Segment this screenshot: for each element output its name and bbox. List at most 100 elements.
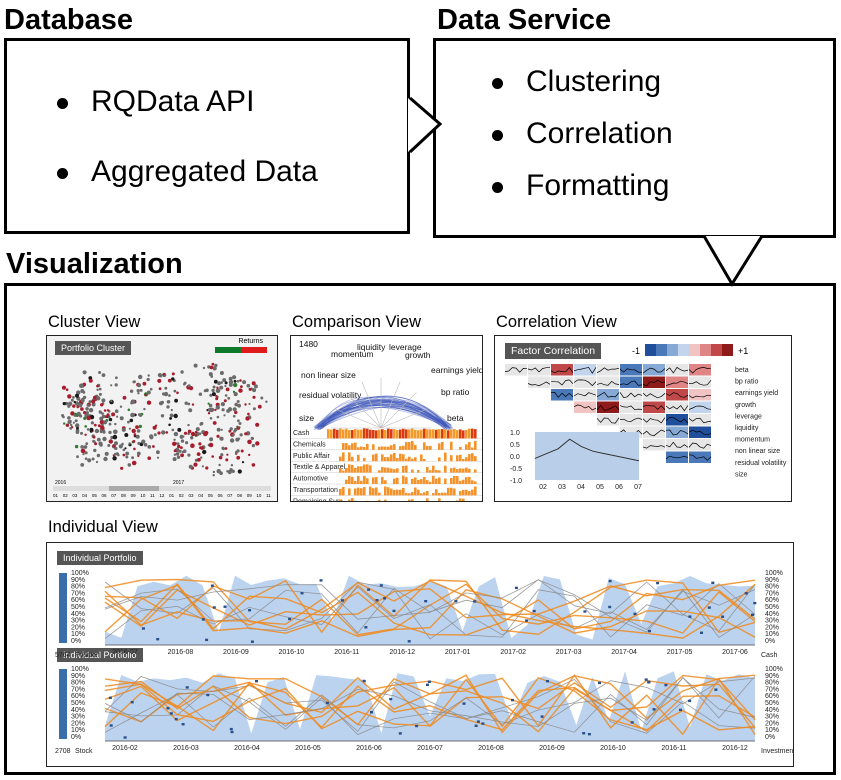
cluster-point <box>96 437 101 442</box>
comparison-bar <box>387 487 390 496</box>
correlation-x-tick: 06 <box>615 484 623 491</box>
correlation-chart[interactable]: beta bp ratio earnings yield growth leverage… <box>495 336 791 501</box>
cluster-point <box>247 412 250 416</box>
individual-charts[interactable]: 100% 100%90% 90%80% 80%70% 70%60% 60%50% 50%40… <box>47 543 793 766</box>
cluster-timeline-brush[interactable] <box>109 486 159 491</box>
correlation-cell <box>689 364 711 376</box>
cluster-point <box>89 427 94 432</box>
comparison-bar <box>354 467 357 473</box>
comparison-bar <box>351 456 354 462</box>
correlation-cell <box>689 439 711 451</box>
individual-top-left-bar <box>59 573 67 643</box>
individual-view-panel[interactable]: Individual Portfolio Individual Portfoli… <box>46 542 794 767</box>
comparison-bar <box>423 492 426 496</box>
cluster-point <box>96 396 101 401</box>
cluster-timeline[interactable] <box>53 486 271 491</box>
comparison-bar <box>348 476 351 484</box>
comparison-bar <box>420 479 423 484</box>
correlation-y-tick: 1.0 <box>510 430 520 437</box>
correlation-scale-swatch <box>656 344 667 356</box>
cluster-point <box>217 381 221 386</box>
comparison-bar <box>444 429 447 439</box>
individual-bottom-marker <box>362 679 366 683</box>
cluster-point <box>147 456 151 460</box>
individual-bottom-marker <box>229 727 233 731</box>
individual-top-marker <box>379 584 383 587</box>
cluster-point <box>136 389 140 393</box>
individual-top-x-tick: 2016-07 <box>112 649 138 656</box>
cluster-point <box>163 391 169 397</box>
comparison-bar <box>345 443 348 450</box>
correlation-cell <box>620 389 642 401</box>
cluster-point <box>62 415 65 419</box>
comparison-bar <box>435 489 438 496</box>
comparison-bar <box>396 468 399 473</box>
cluster-point <box>233 382 238 388</box>
comparison-factor-label: growth <box>405 350 431 360</box>
correlation-factor-label: residual volatility <box>735 460 787 467</box>
individual-bottom-marker <box>130 701 134 704</box>
correlation-cell <box>689 389 711 401</box>
correlation-view-panel[interactable]: beta bp ratio earnings yield growth leverage… <box>494 335 792 502</box>
comparison-bar <box>426 491 429 496</box>
cluster-month-tick: 09 <box>130 493 136 498</box>
comparison-bar <box>468 476 471 484</box>
individual-top-marker <box>525 619 529 622</box>
comparison-bar <box>390 445 393 450</box>
individual-bottom-x-tick: 2016-03 <box>173 745 199 752</box>
cluster-point <box>119 416 124 421</box>
comparison-bar <box>402 475 405 484</box>
cluster-point <box>216 469 221 474</box>
individual-bottom-marker <box>325 701 329 705</box>
comparison-bar <box>393 489 396 496</box>
comparison-bar <box>387 467 390 473</box>
cluster-point <box>211 362 215 366</box>
cluster-point <box>220 453 224 457</box>
cluster-month-tick: 07 <box>227 493 233 498</box>
cluster-view-panel[interactable]: Portfolio Cluster Returns 2016 2017 01 02… <box>46 335 278 502</box>
individual-top-marker <box>532 609 536 613</box>
cluster-point <box>106 413 110 417</box>
individual-top-x-tick: 2016-12 <box>389 649 415 656</box>
comparison-bar <box>384 446 387 450</box>
individual-bottom-x-tick: 2016-12 <box>722 745 748 752</box>
cluster-point <box>158 387 162 391</box>
individual-top-marker <box>473 600 477 603</box>
cluster-point <box>87 458 92 463</box>
cluster-point <box>248 402 251 406</box>
individual-top-marker <box>711 581 715 584</box>
correlation-scale-swatch <box>689 344 700 356</box>
cluster-point <box>147 445 152 449</box>
comparison-bar <box>363 428 366 439</box>
comparison-bar <box>459 498 462 501</box>
correlation-y-tick: 0.0 <box>510 454 520 461</box>
individual-bottom-x-tick: 2016-10 <box>600 745 626 752</box>
comparison-bar <box>459 447 462 450</box>
cluster-month-tick: 06 <box>217 493 223 498</box>
comparison-bar <box>450 441 453 450</box>
comparison-view-panel[interactable]: 1480 liquidity leverage momentum growth non l… <box>290 335 483 502</box>
comparison-industry-label: Textile & Apparel <box>293 464 346 471</box>
individual-view-label: Individual View <box>48 518 158 536</box>
comparison-bar <box>345 479 348 484</box>
cluster-point <box>219 436 223 440</box>
comparison-bar <box>459 480 462 484</box>
comparison-industry-label: Transportation <box>293 487 338 494</box>
individual-top-marker <box>341 599 344 602</box>
individual-bottom-axis-left: Stock <box>75 748 93 755</box>
cluster-point <box>103 456 108 462</box>
cluster-point <box>212 385 216 389</box>
individual-bottom-marker <box>688 699 692 703</box>
cluster-point <box>103 420 108 425</box>
individual-bottom-marker <box>714 688 718 691</box>
comparison-bar <box>354 429 357 439</box>
cluster-point <box>238 388 243 393</box>
comparison-chart[interactable]: 1480 liquidity leveragemomentum growthnon l… <box>291 336 482 501</box>
cluster-scatter[interactable] <box>47 336 277 501</box>
cluster-point <box>73 400 76 404</box>
comparison-bar <box>453 476 456 484</box>
comparison-bar <box>414 457 417 462</box>
cluster-point <box>96 388 99 391</box>
comparison-bar <box>339 488 342 496</box>
cluster-point <box>223 414 226 417</box>
